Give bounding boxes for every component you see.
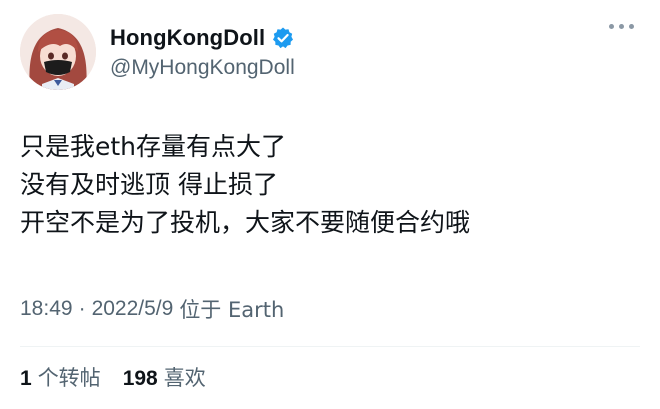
meta-separator: · — [78, 297, 86, 320]
avatar-illustration — [20, 14, 96, 90]
more-dot-icon — [609, 24, 614, 29]
tweet-meta: 18:49 · 2022/5/9 位于 Earth — [20, 294, 284, 324]
likes-stat[interactable]: 198 喜欢 — [123, 362, 206, 392]
likes-label: 喜欢 — [163, 366, 206, 390]
author-handle[interactable]: @MyHongKongDoll — [110, 56, 295, 80]
tweet-location: 位于 Earth — [179, 298, 285, 322]
divider — [20, 346, 640, 347]
author-display-name[interactable]: HongKongDoll — [110, 25, 265, 51]
verified-badge-icon — [271, 26, 295, 50]
more-dot-icon — [629, 24, 634, 29]
retweets-count: 1 — [20, 367, 32, 390]
likes-count: 198 — [122, 367, 158, 390]
tweet-text: 只是我eth存量有点大了 没有及时逃顶 得止损了 开空不是为了投机，大家不要随便… — [20, 128, 640, 242]
author-name-row: HongKongDoll — [110, 24, 295, 52]
tweet-text-line: 没有及时逃顶 得止损了 — [20, 170, 278, 199]
retweets-stat[interactable]: 1 个转帖 — [20, 362, 101, 392]
tweet-text-line: 只是我eth存量有点大了 — [20, 132, 287, 161]
tweet-time[interactable]: 18:49 — [20, 297, 73, 321]
more-dot-icon — [619, 24, 624, 29]
avatar[interactable] — [20, 14, 96, 90]
tweet-text-line: 开空不是为了投机，大家不要随便合约哦 — [20, 208, 471, 237]
retweets-label: 个转帖 — [37, 366, 101, 390]
tweet-date[interactable]: 2022/5/9 — [92, 297, 174, 321]
tweet-card: HongKongDoll @MyHongKongDoll 只是我eth存量有点大… — [0, 0, 660, 409]
more-options-button[interactable] — [609, 24, 634, 29]
tweet-stats: 1 个转帖 198 喜欢 — [20, 362, 228, 392]
